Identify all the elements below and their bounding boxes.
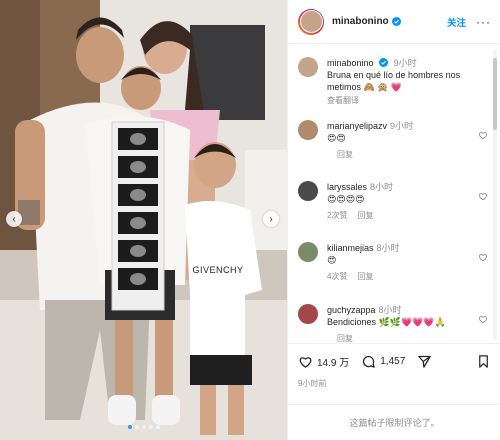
chevron-right-icon[interactable]: ›	[263, 211, 279, 227]
comment-count[interactable]: 1,457	[380, 356, 405, 367]
like-count[interactable]: 14.9 万	[317, 354, 349, 369]
avatar[interactable]	[298, 181, 318, 201]
comment-username[interactable]: marianyelipazv	[327, 121, 387, 131]
reply-button[interactable]: 回复	[357, 272, 373, 281]
chevron-left-icon[interactable]: ‹	[6, 211, 22, 227]
heart-icon[interactable]	[478, 252, 488, 262]
avatar[interactable]	[298, 242, 318, 262]
like-heart-icon[interactable]	[298, 354, 313, 369]
comment-likes[interactable]: 4次赞	[327, 272, 347, 281]
share-icon[interactable]	[417, 354, 432, 369]
shirt-logo: GIVENCHY	[192, 265, 243, 275]
comment-text: 😍😍	[327, 133, 346, 143]
comment-time: 8小时	[378, 305, 402, 315]
comment-item: guchyzappa 8小时 Bendiciones 🌿🌿💗💗💗🙏 回复	[298, 304, 488, 342]
avatar[interactable]	[298, 304, 318, 324]
post-time-ago: 9小时前	[298, 379, 327, 388]
avatar[interactable]	[298, 57, 318, 77]
post-photo: GIVENCHY ‹ ›	[0, 0, 287, 440]
bookmark-icon[interactable]	[476, 354, 491, 369]
reply-button[interactable]: 回复	[357, 211, 373, 220]
comment-username[interactable]: kilianmejias	[327, 243, 374, 253]
caption-text: Bruna en qué lío de hombres nos metimos …	[327, 70, 461, 92]
heart-icon[interactable]	[478, 314, 488, 324]
comment-time: 9小时	[390, 121, 414, 131]
post-actions: 14.9 万 1,457 9小时前	[288, 343, 500, 389]
carousel-dot[interactable]	[148, 425, 153, 429]
comment-item: kilianmejias 8小时 😍 4次赞 回复	[298, 242, 488, 283]
header-username[interactable]: minabonino	[332, 16, 389, 27]
comment-time: 8小时	[370, 182, 394, 192]
comment-item: laryssales 8小时 😍😍😍😍 2次赞 回复	[298, 181, 488, 222]
follow-button[interactable]: 关注	[447, 15, 466, 29]
comment-text: Bendiciones 🌿🌿💗💗💗🙏	[327, 317, 446, 327]
comment-item: marianyelipazv 9小时 😍😍 回复	[298, 120, 488, 161]
comment-text: 😍	[327, 255, 337, 265]
caption-username[interactable]: minabonino	[327, 58, 374, 68]
comment-text: 😍😍😍😍	[327, 194, 365, 204]
verified-icon	[391, 17, 401, 26]
verified-icon	[379, 58, 389, 67]
comment-icon[interactable]	[361, 354, 376, 369]
carousel-dot[interactable]	[141, 425, 146, 429]
see-translation-link[interactable]: 查看翻译	[327, 95, 488, 107]
reply-button[interactable]: 回复	[337, 334, 353, 342]
avatar[interactable]	[298, 120, 318, 140]
caption-time: 9小时	[393, 58, 417, 68]
post-header: minabonino 关注 ···	[288, 0, 500, 44]
more-options-icon[interactable]: ···	[476, 15, 491, 29]
carousel-dot[interactable]	[127, 425, 132, 429]
caption: minabonino 9小时 Bruna en qué lío de hombr…	[298, 57, 488, 107]
avatar[interactable]	[298, 8, 324, 35]
carousel-dot[interactable]	[155, 425, 160, 429]
comment-time: 8小时	[376, 243, 400, 253]
carousel-dot[interactable]	[134, 425, 139, 429]
comment-username[interactable]: laryssales	[327, 182, 367, 192]
comment-username[interactable]: guchyzappa	[327, 305, 376, 315]
reply-button[interactable]: 回复	[337, 150, 353, 159]
post-side-panel: minabonino 关注 ··· minabonino 9小时 Bruna e…	[287, 0, 500, 440]
heart-icon[interactable]	[478, 191, 488, 201]
carousel-dots	[0, 425, 287, 429]
comments-list: minabonino 9小时 Bruna en qué lío de hombr…	[288, 45, 500, 342]
photo-illustration: GIVENCHY	[0, 0, 287, 440]
comment-likes[interactable]: 2次赞	[327, 211, 347, 220]
comments-restricted-notice: 这篇帖子限制评论了。	[288, 404, 500, 440]
heart-icon[interactable]	[478, 130, 488, 140]
